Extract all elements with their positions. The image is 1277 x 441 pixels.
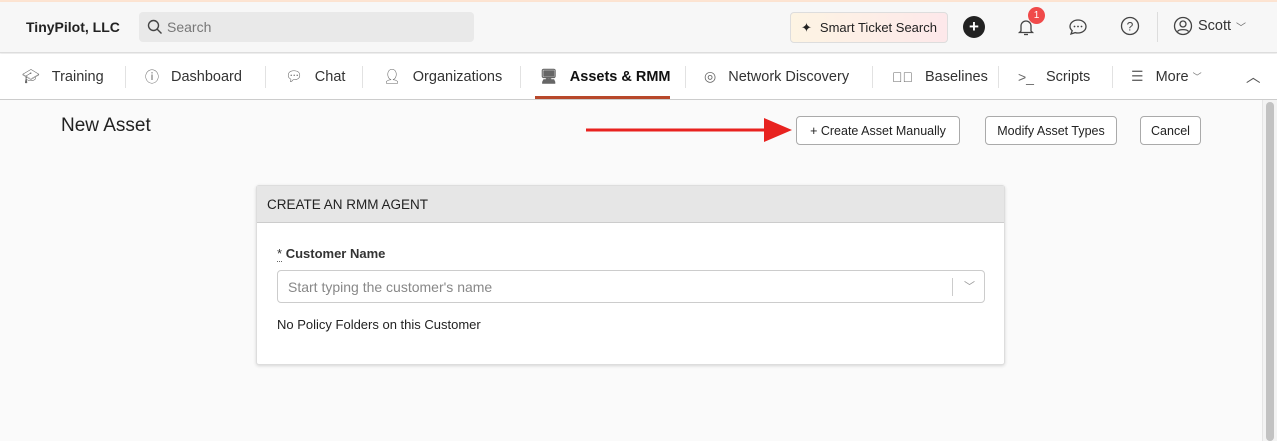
chevron-down-icon[interactable]: ﹀ [964, 278, 975, 294]
sparkle-icon: ✦ [801, 19, 812, 35]
smart-ticket-search-label: Smart Ticket Search [819, 20, 937, 35]
user-icon: 👤︎ [383, 68, 401, 84]
badge-check-icon: ✓⃝ [892, 68, 913, 85]
required-mark: * [277, 246, 283, 262]
org-name[interactable]: TinyPilot, LLC [26, 19, 120, 35]
gauge-icon: ⓘ [145, 68, 159, 85]
tab-more[interactable]: ☰ More ﹀ [1131, 54, 1202, 99]
user-avatar-icon [1173, 16, 1193, 36]
top-bar: TinyPilot, LLC Search ✦ Smart Ticket Sea… [0, 2, 1277, 53]
rmm-agent-card: CREATE AN RMM AGENT * Customer Name Star… [256, 185, 1005, 365]
tab-label: More [1155, 68, 1189, 85]
red-arrow-annotation [586, 118, 792, 142]
policy-folders-note: No Policy Folders on this Customer [277, 317, 481, 332]
terminal-icon: >_ [1018, 68, 1034, 85]
smart-ticket-search-button[interactable]: ✦ Smart Ticket Search [790, 12, 948, 43]
modify-asset-types-button[interactable]: Modify Asset Types [985, 116, 1117, 145]
tab-label: Baselines [925, 68, 988, 85]
plus-icon: + [969, 17, 979, 36]
chevron-up-icon: ︿ [1246, 70, 1261, 86]
chat-icon: 💬︎ [285, 68, 303, 84]
search-input[interactable]: Search [139, 12, 474, 42]
page-title: New Asset [61, 115, 151, 136]
monitor-icon: 🖥︎ [540, 68, 558, 84]
tab-assets-rmm[interactable]: 🖥︎ Assets & RMM [540, 54, 671, 99]
tab-training[interactable]: 🎓︎ Training [22, 54, 104, 99]
active-tab-indicator [535, 96, 670, 99]
graduation-cap-icon: 🎓︎ [22, 68, 40, 84]
notification-badge: 1 [1028, 7, 1045, 24]
search-placeholder: Search [167, 19, 212, 35]
collapse-nav-button[interactable]: ︿ [1246, 54, 1261, 99]
tab-label: Scripts [1045, 68, 1091, 85]
chevron-down-icon: ﹀ [1236, 22, 1247, 34]
tab-chat[interactable]: 💬︎ Chat [285, 54, 345, 99]
tab-network-discovery[interactable]: ◎ Network Discovery [704, 54, 849, 99]
chevron-down-icon: ﹀ [1192, 72, 1202, 82]
tab-label: Organizations [412, 68, 503, 85]
customer-name-label: * Customer Name [277, 246, 386, 262]
radar-icon: ◎ [704, 68, 717, 84]
chat-icon[interactable] [1068, 17, 1088, 37]
divider [1157, 12, 1158, 42]
search-icon [147, 19, 162, 34]
label-text: Customer Name [285, 246, 386, 261]
svg-text:?: ? [1127, 20, 1134, 34]
cancel-button[interactable]: Cancel [1140, 116, 1201, 145]
tab-baselines[interactable]: ✓⃝ Baselines [892, 54, 988, 99]
help-icon[interactable]: ? [1120, 16, 1140, 36]
create-asset-manually-button[interactable]: + Create Asset Manually [796, 116, 960, 145]
tab-scripts[interactable]: >_ Scripts [1018, 54, 1090, 99]
customer-name-select[interactable]: Start typing the customer's name ﹀ [277, 270, 985, 303]
menu-icon: ☰ [1131, 68, 1144, 84]
main-nav: 🎓︎ Training ⓘ Dashboard 💬︎ Chat 👤︎ Organizat… [0, 54, 1277, 100]
tab-label: Training [51, 68, 104, 85]
tab-label: Dashboard [171, 68, 242, 85]
tab-label: Network Discovery [728, 68, 850, 85]
tab-label: Chat [314, 68, 346, 85]
tab-label: Assets & RMM [569, 68, 671, 85]
user-name: Scott [1198, 18, 1232, 34]
tab-organizations[interactable]: 👤︎ Organizations [383, 54, 502, 99]
customer-placeholder: Start typing the customer's name [288, 278, 493, 295]
add-button[interactable]: + [963, 16, 985, 38]
card-title: CREATE AN RMM AGENT [257, 186, 1004, 223]
scrollbar-thumb[interactable] [1266, 102, 1274, 441]
user-menu[interactable]: Scott ﹀ [1173, 16, 1246, 36]
tab-dashboard[interactable]: ⓘ Dashboard [145, 54, 242, 99]
